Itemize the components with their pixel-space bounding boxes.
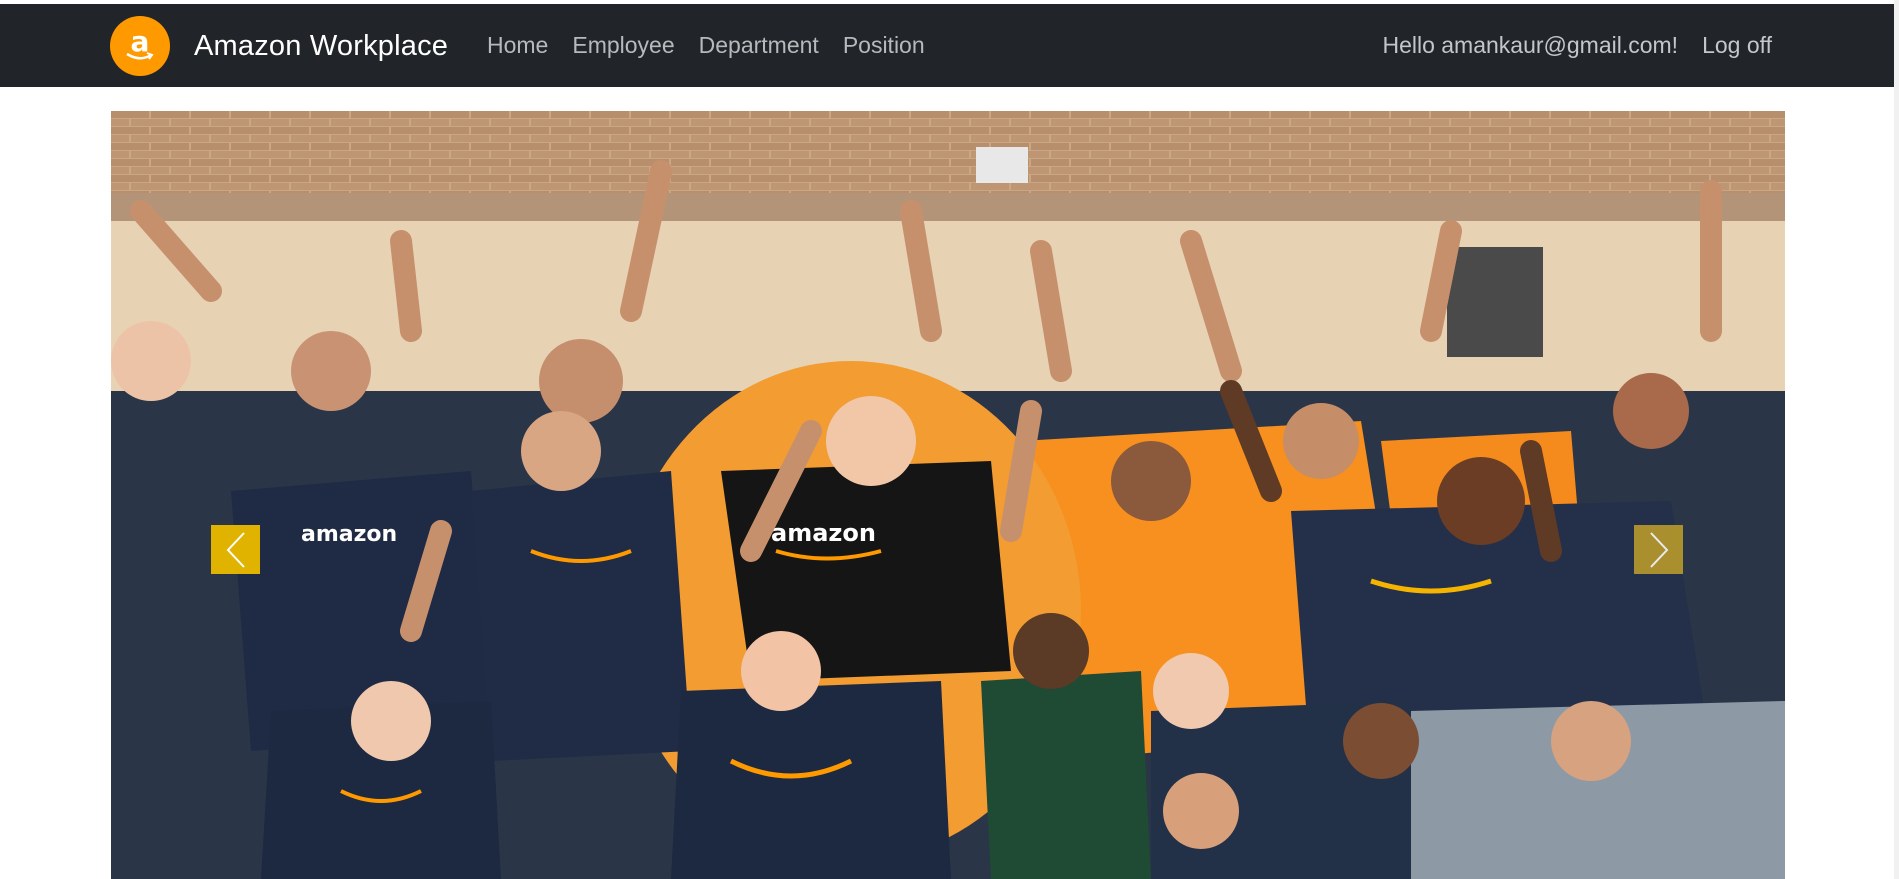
amazon-logo-icon: a bbox=[110, 16, 170, 76]
smile-arrow-icon bbox=[126, 52, 154, 60]
nav-home[interactable]: Home bbox=[487, 32, 548, 59]
svg-text:amazon: amazon bbox=[771, 519, 876, 547]
logoff-link[interactable]: Log off bbox=[1702, 32, 1772, 59]
nav-position[interactable]: Position bbox=[843, 32, 925, 59]
nav-department[interactable]: Department bbox=[699, 32, 819, 59]
svg-text:amazon: amazon bbox=[301, 522, 397, 547]
hero-carousel: amazon amazon bbox=[111, 111, 1785, 879]
chevron-left-icon bbox=[226, 531, 245, 568]
user-greeting: Hello amankaur@gmail.com! bbox=[1382, 32, 1679, 58]
app-title: Amazon Workplace bbox=[194, 29, 449, 62]
user-area: Hello amankaur@gmail.com! Log off bbox=[1382, 4, 1772, 87]
main-nav: Home Employee Department Position bbox=[487, 4, 925, 87]
carousel-next-button[interactable] bbox=[1634, 525, 1683, 574]
carousel-prev-button[interactable] bbox=[211, 525, 260, 574]
nav-employee[interactable]: Employee bbox=[572, 32, 674, 59]
team-photo: amazon amazon bbox=[111, 111, 1785, 879]
chevron-right-icon bbox=[1649, 531, 1668, 568]
scrollbar[interactable] bbox=[1894, 0, 1899, 879]
top-navbar: a Amazon Workplace Home Employee Departm… bbox=[0, 4, 1894, 87]
brand-link[interactable]: a Amazon Workplace bbox=[110, 16, 448, 76]
